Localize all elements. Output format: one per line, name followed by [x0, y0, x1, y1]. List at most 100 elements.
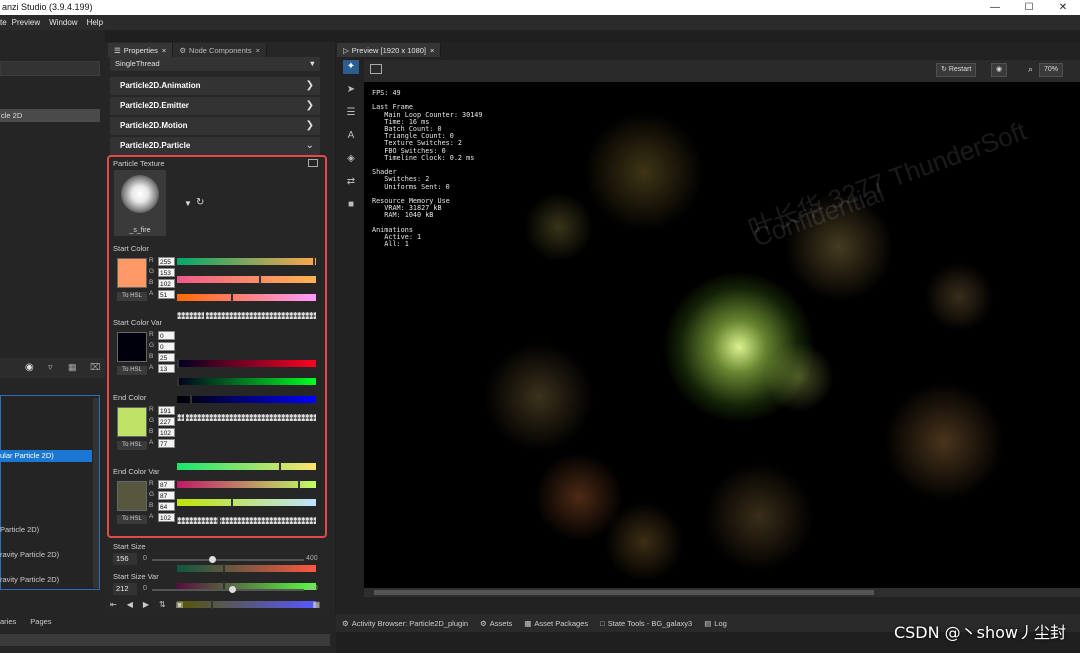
preview-hscroll[interactable]	[364, 588, 1080, 597]
left-scrollbar[interactable]	[93, 398, 99, 588]
start-size-track[interactable]	[152, 556, 304, 563]
slider-thumb[interactable]	[231, 293, 233, 302]
texture-preview[interactable]: _s_fire	[114, 170, 166, 236]
section-animation[interactable]: Particle2D.Animation ❯	[110, 77, 320, 95]
color-swatch[interactable]	[117, 258, 147, 288]
color-swatch[interactable]	[117, 407, 147, 437]
channel-a-input[interactable]: 51	[158, 290, 175, 299]
tab-state-tools[interactable]: □ State Tools - BG_galaxy3	[600, 619, 692, 628]
lock-icon[interactable]: ▣	[176, 600, 184, 609]
start-size-var-thumb[interactable]	[229, 586, 236, 593]
channel-r-slider[interactable]	[177, 359, 316, 368]
channel-b-input[interactable]: 102	[158, 279, 175, 288]
left-selected-item[interactable]: cle 2D	[0, 109, 100, 122]
start-size-var-track[interactable]	[152, 586, 304, 593]
text-icon[interactable]: A	[343, 129, 359, 143]
close-icon[interactable]: ×	[162, 46, 166, 55]
slider-thumb[interactable]	[298, 480, 300, 489]
channel-r-slider[interactable]	[177, 564, 316, 573]
slider-thumb[interactable]	[231, 498, 233, 507]
slider-thumb[interactable]	[279, 462, 281, 471]
channel-g-input[interactable]: 227	[158, 417, 175, 426]
channel-r-slider[interactable]	[177, 462, 316, 471]
tab-activity-browser[interactable]: ⚙ Activity Browser: Particle2D_plugin	[342, 619, 468, 628]
tab-assets[interactable]: ⚙ Assets	[480, 619, 512, 628]
close-icon[interactable]: ✕	[1046, 0, 1080, 15]
zoom-select[interactable]: 70%	[1039, 63, 1064, 77]
slider-thumb[interactable]	[190, 395, 192, 404]
tree-item[interactable]: Particle 2D)	[0, 525, 39, 534]
maximize-icon[interactable]: ☐	[1012, 0, 1046, 15]
filter-icon[interactable]: ▿	[48, 362, 53, 373]
step-first-icon[interactable]: ⇤	[110, 600, 117, 609]
slider-thumb[interactable]	[177, 377, 179, 386]
start-size-input[interactable]: 156	[113, 553, 137, 565]
thread-select[interactable]: SingleThread ▼	[110, 57, 320, 71]
channel-b-slider[interactable]	[177, 293, 316, 302]
channel-b-input[interactable]: 64	[158, 502, 175, 511]
layers-icon[interactable]: ◈	[343, 152, 359, 166]
slider-thumb[interactable]	[313, 257, 315, 266]
step-back-icon[interactable]: ◀	[127, 600, 133, 609]
restart-button[interactable]: ↻ Restart	[936, 63, 977, 77]
menu-item-help[interactable]: Help	[87, 18, 103, 27]
close-icon[interactable]: ×	[256, 46, 260, 55]
tab-preview[interactable]: ▷ Preview [1920 x 1080] ×	[337, 43, 442, 57]
channel-a-slider[interactable]	[177, 311, 316, 320]
tab-properties[interactable]: ☰ Properties ×	[108, 43, 174, 57]
channel-a-input[interactable]: 102	[158, 513, 175, 522]
scroll-thumb[interactable]	[374, 590, 874, 595]
left-search-field[interactable]	[0, 61, 100, 76]
start-size-var-input[interactable]: 212	[113, 583, 137, 595]
slider-thumb[interactable]	[204, 311, 206, 320]
tab-log[interactable]: ▤ Log	[704, 619, 727, 628]
pointer-icon[interactable]: ➤	[343, 83, 359, 97]
channel-b-slider[interactable]	[177, 395, 316, 404]
section-emitter[interactable]: Particle2D.Emitter ❯	[110, 97, 320, 115]
channel-r-input[interactable]: 87	[158, 480, 175, 489]
channel-r-slider[interactable]	[177, 257, 316, 266]
tab-node-components[interactable]: ⚙ Node Components ×	[173, 43, 267, 57]
to-hsl-button[interactable]: To HSL	[117, 441, 147, 450]
channel-g-slider[interactable]	[177, 480, 316, 489]
list-icon[interactable]: ☰	[343, 106, 359, 120]
menu-item-te[interactable]: te	[0, 18, 7, 27]
section-particle[interactable]: Particle2D.Particle ⌄	[110, 137, 320, 155]
bottom-left-field[interactable]	[0, 634, 330, 646]
texture-browse-icon[interactable]	[308, 159, 318, 167]
channel-g-input[interactable]: 153	[158, 268, 175, 277]
slider-thumb[interactable]	[218, 516, 220, 525]
channel-g-slider[interactable]	[177, 275, 316, 284]
minimize-icon[interactable]: —	[978, 0, 1012, 15]
step-forward-icon[interactable]: ▶	[143, 600, 149, 609]
tree-item[interactable]: ravity Particle 2D)	[0, 550, 59, 559]
channel-r-input[interactable]: 0	[158, 331, 175, 340]
slider-thumb[interactable]	[223, 564, 225, 573]
channel-r-input[interactable]: 255	[158, 257, 175, 266]
menu-item-window[interactable]: Window	[49, 18, 77, 27]
tree-item[interactable]: ravity Particle 2D)	[0, 575, 59, 584]
texture-dropdown-icon[interactable]: ▼	[184, 199, 192, 208]
pin-icon[interactable]: ✦	[343, 60, 359, 74]
slider-thumb[interactable]	[177, 359, 179, 368]
section-motion[interactable]: Particle2D.Motion ❯	[110, 117, 320, 135]
delete-icon[interactable]: ⌧	[90, 362, 100, 373]
to-hsl-button[interactable]: To HSL	[117, 515, 147, 524]
to-hsl-button[interactable]: To HSL	[117, 366, 147, 375]
transition-icon[interactable]: ⇄	[343, 175, 359, 189]
channel-b-input[interactable]: 102	[158, 428, 175, 437]
tab-aries[interactable]: aries	[0, 617, 16, 626]
start-size-thumb[interactable]	[209, 556, 216, 563]
slider-thumb[interactable]	[259, 275, 261, 284]
channel-a-slider[interactable]	[177, 413, 316, 422]
to-hsl-button[interactable]: To HSL	[117, 292, 147, 301]
tab-pages[interactable]: Pages	[30, 617, 51, 626]
tab-asset-packages[interactable]: ▦ Asset Packages	[524, 619, 588, 628]
eye-icon[interactable]: ◉	[25, 362, 34, 373]
shuffle-icon[interactable]: ⇅	[159, 600, 166, 609]
slider-thumb[interactable]	[184, 413, 186, 422]
visibility-button[interactable]: ◉	[991, 63, 1008, 77]
settings-icon[interactable]: ▦	[312, 600, 320, 609]
channel-g-input[interactable]: 0	[158, 342, 175, 351]
keyboard-icon[interactable]	[370, 64, 382, 74]
